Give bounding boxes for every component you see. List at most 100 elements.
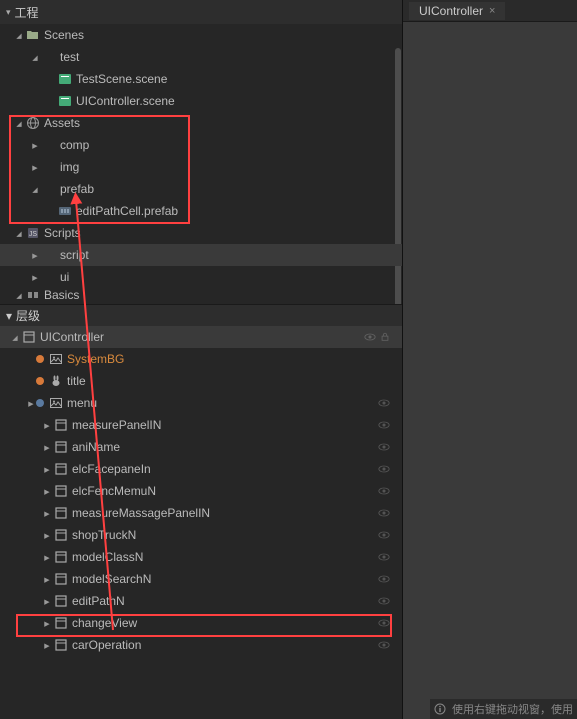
node-icon [53, 615, 69, 631]
tree-item[interactable]: elcFacepaneIn [0, 458, 402, 480]
tree-item[interactable]: test [0, 46, 402, 68]
bunny-icon [48, 373, 64, 389]
tree-item[interactable]: SystemBG [0, 348, 402, 370]
tree-item-label: modelSearchN [72, 572, 151, 586]
expand-arrow-icon[interactable] [14, 228, 24, 238]
expand-arrow-icon[interactable] [30, 52, 40, 62]
visibility-icon[interactable] [378, 595, 390, 607]
visibility-icon[interactable] [378, 419, 390, 431]
tree-item[interactable]: ui [0, 266, 402, 288]
tree-item-label: comp [60, 138, 89, 152]
expand-arrow-icon[interactable] [30, 162, 40, 172]
expand-arrow-icon[interactable] [42, 420, 52, 430]
tree-item[interactable]: Scenes [0, 24, 402, 46]
expand-arrow-icon[interactable] [42, 574, 52, 584]
tree-item[interactable]: shopTruckN [0, 524, 402, 546]
node-icon [53, 549, 69, 565]
visibility-icon[interactable] [364, 331, 376, 343]
tree-item[interactable]: comp [0, 134, 402, 156]
expand-arrow-icon[interactable] [42, 552, 52, 562]
tab-label: UIController [419, 4, 483, 18]
expand-arrow-icon[interactable] [42, 596, 52, 606]
expand-arrow-icon[interactable] [26, 398, 36, 408]
tree-item[interactable]: modelSearchN [0, 568, 402, 590]
tree-item-label: Assets [44, 116, 80, 130]
none-icon [41, 49, 57, 65]
tree-item-label: editPathCell.prefab [76, 204, 178, 218]
tree-item[interactable]: aniName [0, 436, 402, 458]
tree-item-label: shopTruckN [72, 528, 136, 542]
node-icon [53, 461, 69, 477]
editor-tab[interactable]: UIController × [409, 2, 505, 20]
node-icon [53, 505, 69, 521]
tree-item[interactable]: img [0, 156, 402, 178]
tree-item-label: UIController.scene [76, 94, 175, 108]
visibility-icon[interactable] [378, 463, 390, 475]
project-panel-header[interactable]: ▾ 工程 [0, 0, 402, 24]
close-icon[interactable]: × [489, 5, 495, 17]
tree-item-label: ui [60, 270, 69, 284]
expand-arrow-icon[interactable] [14, 290, 24, 300]
expand-arrow-icon[interactable] [30, 140, 40, 150]
visibility-icon[interactable] [378, 551, 390, 563]
expand-arrow-icon[interactable] [42, 640, 52, 650]
expand-arrow-icon[interactable] [30, 272, 40, 282]
tree-item-label: aniName [72, 440, 120, 454]
expand-arrow-icon[interactable] [42, 464, 52, 474]
tree-item[interactable]: changeView [0, 612, 402, 634]
visibility-icon[interactable] [378, 529, 390, 541]
tree-item-label: elcFacepaneIn [72, 462, 151, 476]
expand-arrow-icon[interactable] [14, 118, 24, 128]
expand-arrow-icon[interactable] [10, 332, 20, 342]
visibility-icon[interactable] [378, 441, 390, 453]
node-icon [53, 637, 69, 653]
tree-item[interactable]: title [0, 370, 402, 392]
expand-arrow-icon[interactable] [30, 250, 40, 260]
status-bar: 使用右键拖动视窗，使用 [430, 699, 577, 719]
visibility-icon[interactable] [378, 397, 390, 409]
tree-item[interactable]: elcFencMemuN [0, 480, 402, 502]
hierarchy-panel-header[interactable]: ▾ 层级 [0, 304, 402, 326]
tree-item[interactable]: editPathN [0, 590, 402, 612]
tree-item[interactable]: prefab [0, 178, 402, 200]
tree-item[interactable]: Assets [0, 112, 402, 134]
visibility-icon[interactable] [378, 507, 390, 519]
expand-arrow-icon[interactable] [42, 508, 52, 518]
tree-item[interactable]: measureMassagePanelIN [0, 502, 402, 524]
tree-item[interactable]: UIController [0, 326, 402, 348]
visibility-icon[interactable] [378, 573, 390, 585]
tree-item-label: UIController [40, 330, 104, 344]
tree-item[interactable]: Basics [0, 288, 402, 302]
none-icon [41, 247, 57, 263]
tree-item[interactable]: script [0, 244, 402, 266]
collapse-icon[interactable]: ▾ [6, 309, 12, 323]
tree-item[interactable]: UIController.scene [0, 90, 402, 112]
tree-item-label: test [60, 50, 79, 64]
expand-arrow-icon[interactable] [42, 486, 52, 496]
expand-arrow-icon[interactable] [42, 618, 52, 628]
tab-bar: UIController × [403, 0, 577, 22]
tree-item[interactable]: menu [0, 392, 402, 414]
tree-item-label: changeView [72, 616, 137, 630]
tree-item-label: script [60, 248, 89, 262]
tree-item[interactable]: editPathCell.prefab [0, 200, 402, 222]
tree-item[interactable]: JSScripts [0, 222, 402, 244]
visibility-icon[interactable] [378, 639, 390, 651]
visibility-icon[interactable] [378, 485, 390, 497]
expand-arrow-icon[interactable] [42, 442, 52, 452]
tree-item[interactable]: modelClassN [0, 546, 402, 568]
visibility-icon[interactable] [378, 617, 390, 629]
tree-item[interactable]: measurePanelIN [0, 414, 402, 436]
status-dot-icon [36, 399, 44, 407]
lock-icon[interactable] [380, 332, 390, 342]
tree-item[interactable]: carOperation [0, 634, 402, 656]
none-icon [41, 137, 57, 153]
expand-arrow-icon[interactable] [42, 530, 52, 540]
folder-icon [25, 27, 41, 43]
expand-arrow-icon[interactable] [30, 184, 40, 194]
right-panel: UIController × [403, 0, 577, 719]
basics-icon [25, 287, 41, 303]
expand-arrow-icon[interactable] [14, 30, 24, 40]
collapse-icon[interactable]: ▾ [6, 7, 11, 18]
tree-item[interactable]: TestScene.scene [0, 68, 402, 90]
